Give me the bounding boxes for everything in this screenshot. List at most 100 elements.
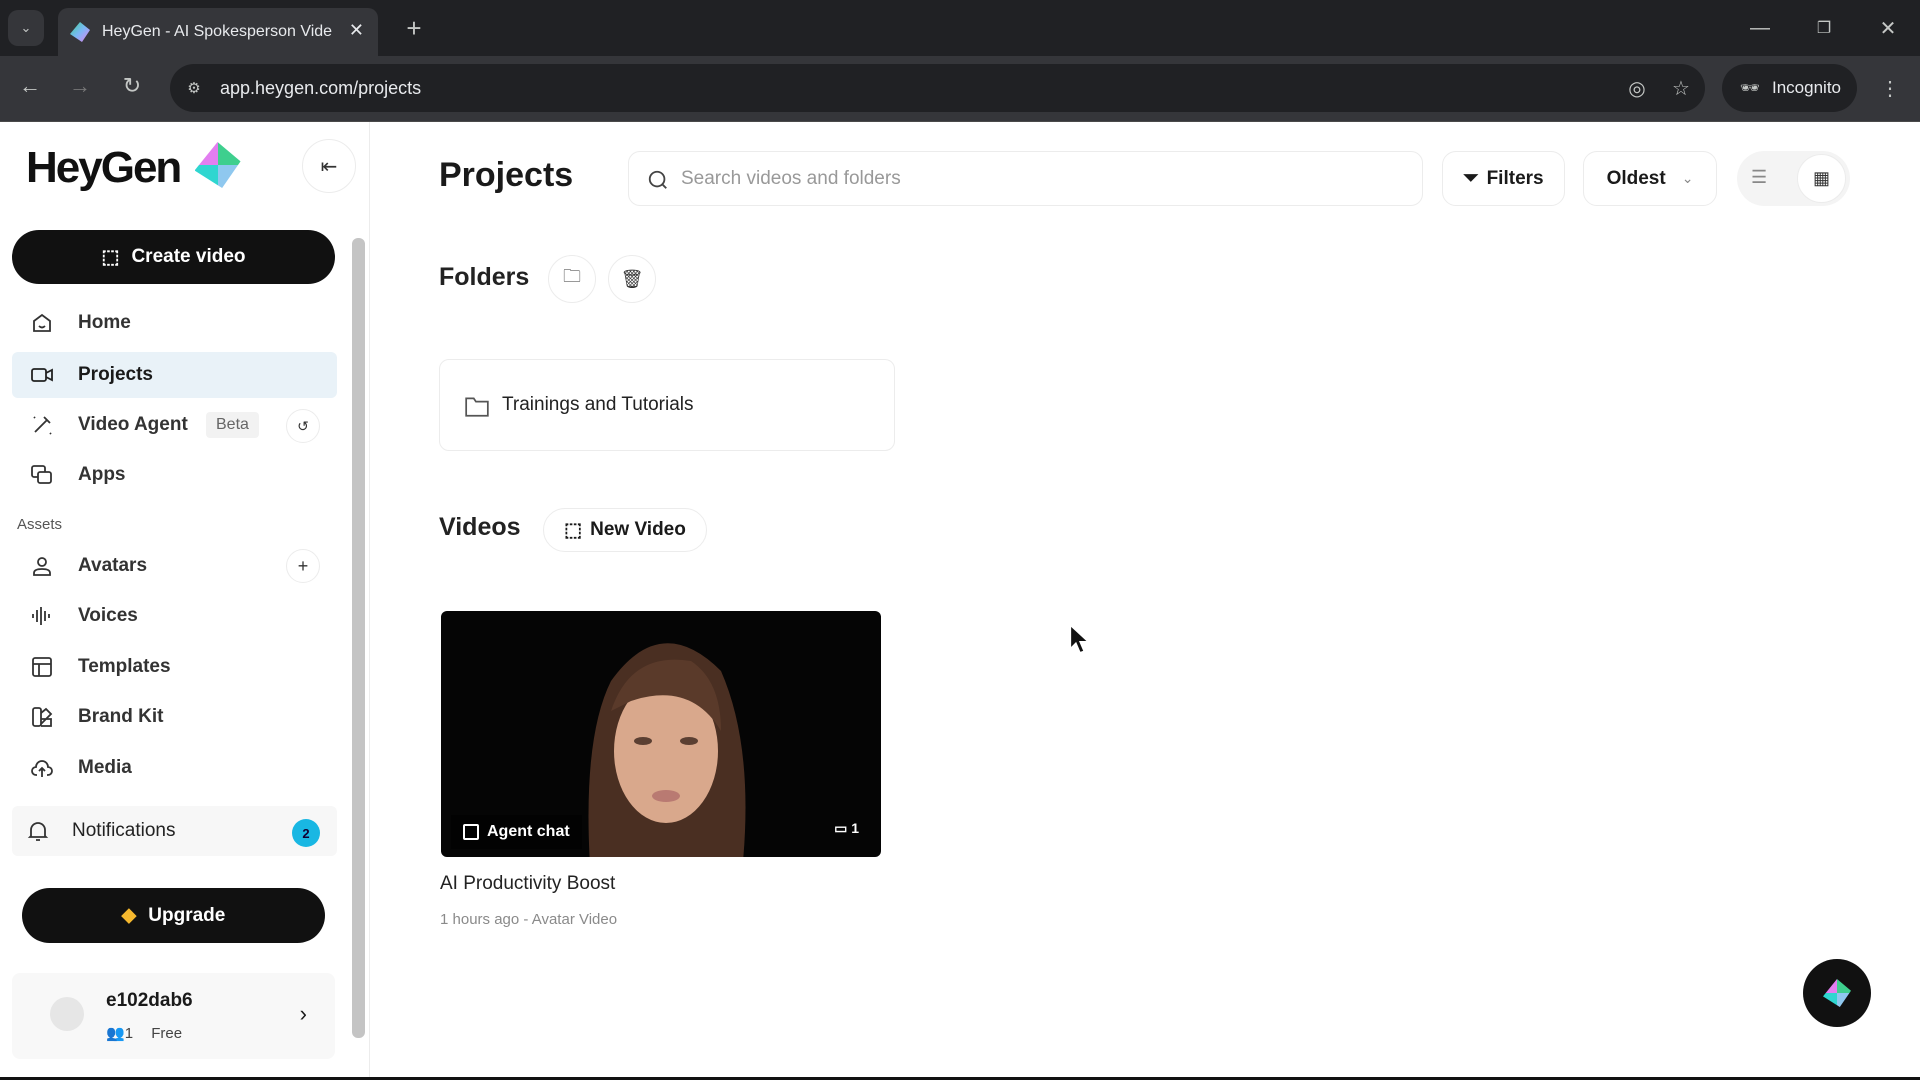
user-meta: 👥1 Free	[106, 1024, 182, 1042]
sidebar-item-projects[interactable]: Projects	[12, 352, 337, 398]
sidebar-item-brand-kit[interactable]: Brand Kit	[12, 694, 337, 740]
chevron-down-icon: ⌄	[1682, 170, 1694, 187]
back-icon[interactable]: ←	[12, 68, 48, 104]
minimize-button[interactable]: —	[1740, 10, 1780, 46]
agent-chat-tag: Agent chat	[451, 815, 582, 849]
view-toggle: ☰ ▦	[1737, 151, 1850, 206]
folders-heading: Folders	[439, 263, 529, 292]
videos-heading: Videos	[439, 513, 521, 542]
collapse-sidebar-button[interactable]: ⇤	[302, 139, 356, 193]
heygen-logo-icon	[1823, 979, 1851, 1007]
nav-label: Voices	[78, 605, 138, 627]
palette-icon	[30, 705, 54, 729]
close-window-button[interactable]: ✕	[1868, 10, 1908, 46]
browser-menu-icon[interactable]: ⋮	[1876, 70, 1904, 106]
url-field[interactable]: ⚙ app.heygen.com/projects ◎ ☆	[170, 64, 1705, 112]
filters-button[interactable]: ⏷ Filters	[1442, 151, 1565, 206]
page-title: Projects	[439, 156, 573, 195]
avatar-portrait-image	[571, 621, 756, 857]
mouse-cursor-icon	[1068, 624, 1092, 654]
delete-folder-button[interactable]: 🗑	[608, 255, 656, 303]
folder-icon	[464, 394, 490, 418]
clip-count: ▭ 1	[834, 820, 859, 837]
search-icon	[647, 169, 669, 191]
incognito-indicator[interactable]: 🕶 Incognito	[1722, 64, 1857, 112]
template-icon	[30, 655, 54, 679]
sidebar-item-home[interactable]: Home	[12, 300, 337, 346]
tab-search-button[interactable]: ⌄	[8, 10, 44, 46]
list-view-icon[interactable]: ☰	[1751, 167, 1767, 188]
sidebar-scrollbar[interactable]	[352, 238, 365, 1038]
apps-icon	[30, 463, 54, 487]
grid-view-icon[interactable]: ▦	[1797, 154, 1846, 203]
nav-label: Templates	[78, 656, 171, 678]
add-avatar-button[interactable]: +	[286, 549, 320, 583]
folder-card[interactable]: Trainings and Tutorials	[439, 359, 895, 451]
browser-tab[interactable]: HeyGen - AI Spokesperson Vide ✕	[58, 8, 378, 56]
sidebar-item-media[interactable]: Media	[12, 745, 337, 791]
user-icon	[30, 554, 54, 578]
incognito-icon: 🕶	[1738, 76, 1762, 100]
avatar	[50, 997, 84, 1031]
cursor-plus-icon: ⬚	[102, 246, 120, 269]
username: e102dab6	[106, 990, 193, 1012]
video-thumbnail[interactable]: Agent chat ▭ 1	[441, 611, 881, 857]
tab-title: HeyGen - AI Spokesperson Vide	[102, 23, 332, 41]
nav-label: Media	[78, 757, 132, 779]
heygen-logo-icon	[195, 142, 241, 188]
folder-plus-icon: 🗀	[563, 264, 581, 294]
restore-button[interactable]: ❐	[1804, 10, 1844, 46]
chat-icon	[463, 824, 479, 840]
nav-label: Apps	[78, 464, 126, 486]
site-settings-icon[interactable]: ⚙	[182, 76, 206, 100]
reload-icon[interactable]: ↻	[114, 68, 150, 104]
upgrade-button[interactable]: ◆ Upgrade	[22, 888, 325, 943]
plan-label: Free	[151, 1025, 182, 1042]
search-input[interactable]: Search videos and folders	[628, 151, 1423, 206]
browser-tab-bar: ⌄ HeyGen - AI Spokesperson Vide ✕ + — ❐ …	[0, 0, 1920, 56]
star-icon[interactable]: ☆	[1669, 76, 1693, 100]
video-camera-icon: ▭	[834, 820, 851, 836]
notification-count-badge: 2	[292, 819, 320, 847]
nav-label: Video Agent	[78, 414, 188, 436]
waveform-icon	[30, 604, 54, 628]
incognito-label: Incognito	[1772, 78, 1841, 98]
new-video-button[interactable]: ⬚New Video	[543, 508, 707, 552]
magic-wand-icon	[30, 413, 54, 437]
trash-icon: 🗑	[621, 269, 644, 290]
nav-label: Home	[78, 312, 131, 334]
folder-name: Trainings and Tutorials	[502, 394, 694, 416]
filters-label: Filters	[1487, 168, 1544, 190]
sidebar-item-apps[interactable]: Apps	[12, 452, 337, 498]
eye-off-icon[interactable]: ◎	[1625, 76, 1649, 100]
video-title[interactable]: AI Productivity Boost	[440, 873, 615, 895]
sidebar-item-notifications[interactable]: Notifications	[12, 806, 337, 856]
create-video-label: Create video	[131, 246, 245, 268]
sort-label: Oldest	[1607, 168, 1666, 190]
user-account-card[interactable]: e102dab6 👥1 Free ›	[12, 973, 335, 1059]
tag-label: Agent chat	[487, 823, 570, 841]
nav-label: Avatars	[78, 555, 147, 577]
bell-icon	[26, 819, 50, 843]
new-video-label: New Video	[590, 519, 686, 541]
heygen-assistant-button[interactable]	[1803, 959, 1871, 1027]
create-video-button[interactable]: ⬚ Create video	[12, 230, 335, 284]
heygen-logo[interactable]: HeyGen	[26, 142, 241, 193]
nav-label: Projects	[78, 364, 153, 386]
nav-label: Brand Kit	[78, 706, 164, 728]
forward-icon[interactable]: →	[62, 68, 98, 104]
sidebar-item-templates[interactable]: Templates	[12, 644, 337, 690]
sidebar-item-voices[interactable]: Voices	[12, 593, 337, 639]
new-tab-button[interactable]: +	[396, 10, 432, 46]
sort-dropdown[interactable]: Oldest ⌄	[1583, 151, 1717, 206]
url-text: app.heygen.com/projects	[220, 78, 421, 99]
assets-section-label: Assets	[17, 516, 62, 533]
new-folder-button[interactable]: 🗀	[548, 255, 596, 303]
member-count: 1	[125, 1025, 133, 1042]
close-tab-icon[interactable]: ✕	[349, 20, 364, 41]
filter-icon: ⏷	[1463, 168, 1478, 190]
history-icon[interactable]: ↺	[286, 409, 320, 443]
chevron-right-icon: ›	[300, 1001, 307, 1027]
nav-label: Notifications	[72, 820, 176, 842]
members-icon: 👥	[106, 1025, 125, 1042]
